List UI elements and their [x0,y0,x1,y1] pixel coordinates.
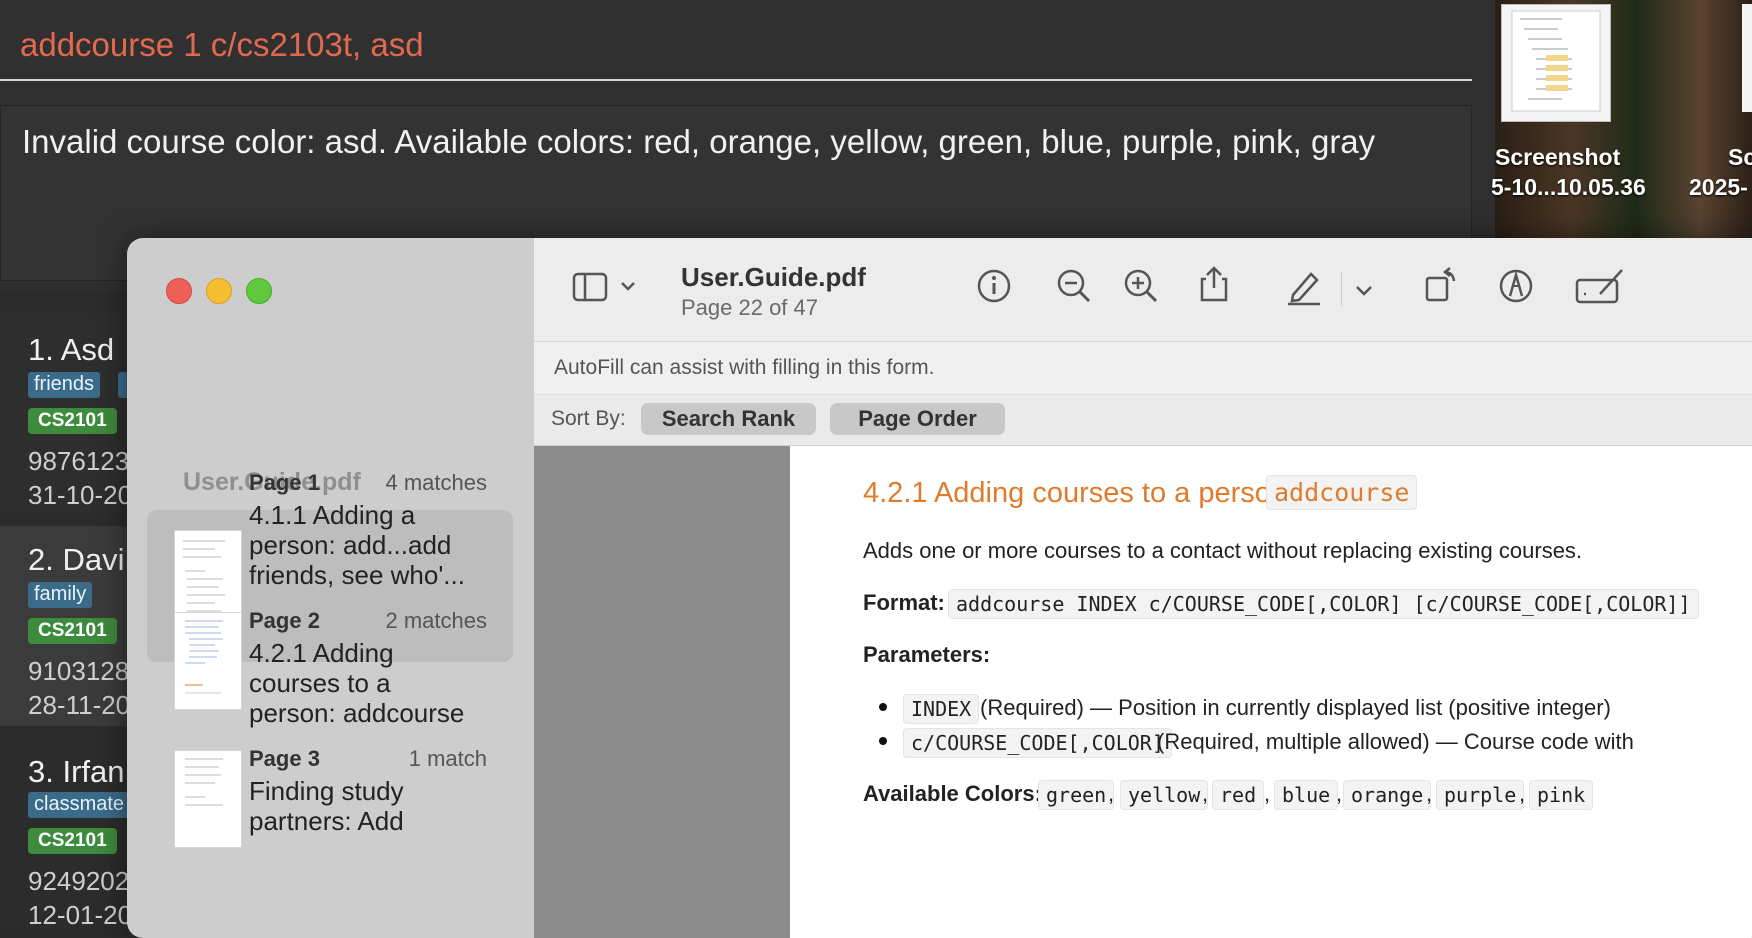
markup-pen-icon[interactable] [1284,266,1324,306]
tag-badge: family [28,582,93,608]
result-page-label: Page 1 [249,470,320,495]
desktop-icon-label: 2025- [1689,174,1748,200]
autofill-banner: AutoFill can assist with filling in this… [534,342,1752,395]
signature-icon[interactable] [1574,264,1624,308]
annotate-icon[interactable] [1496,266,1536,306]
color-code: green [1038,780,1115,810]
sort-page-order-button[interactable]: Page Order [830,403,1005,435]
heading-code: addcourse [1266,475,1418,510]
result-count: 4 matches [385,470,488,495]
document-gutter [534,446,790,938]
tag-badge: classmate [28,792,131,818]
result-snippet[interactable]: 4.2.1 Adding courses to a person: addcours… [249,638,479,728]
person-phone: 9103128 [28,656,130,686]
zoom-in-icon[interactable] [1121,266,1161,306]
section-description: Adds one or more courses to a contact wi… [863,538,1583,563]
color-code: yellow [1120,780,1209,810]
command-input[interactable]: addcourse 1 c/cs2103t, asd [20,26,424,64]
toolbar: User.Guide.pdf Page 22 of 47 [534,238,1752,342]
file-preview-icon [1511,10,1601,112]
param-description: (Required) — Position in currently displ… [980,695,1611,720]
preview-window: User.Guide.pdf Page 1 4 matches 4.1.1 Ad… [127,238,1752,938]
comma: , [1202,781,1209,806]
format-code: addcourse INDEX c/COURSE_CODE[,COLOR] [c… [948,589,1699,619]
rotate-icon[interactable] [1422,264,1462,304]
screenshot-file-icon-partial[interactable] [1742,4,1752,112]
toolbar-divider [1341,272,1342,306]
screenshot-file-icon[interactable] [1501,4,1611,122]
course-badge: CS2101 [28,408,117,434]
param-code: c/COURSE_CODE[,COLOR] [903,728,1172,758]
result-snippet: 4.1.1 Adding a person: add...add friends, … [249,500,465,590]
section-heading: 4.2.1 Adding courses to a person: [863,477,1296,509]
color-code: blue [1274,780,1339,810]
param-description: (Required, multiple allowed) — Course co… [1157,729,1634,754]
comma: , [1519,781,1526,806]
chevron-down-icon[interactable] [1352,278,1376,302]
zoom-out-icon[interactable] [1054,266,1094,306]
page-thumbnail-icon [185,758,223,806]
person-phone: 9876123 [28,446,130,476]
color-code: orange [1343,780,1432,810]
sort-label: Sort By: [551,407,626,430]
comma: , [1108,781,1115,806]
minimize-button[interactable] [206,278,232,304]
pdf-page[interactable]: 4.2.1 Adding courses to a person: addcou… [790,446,1752,938]
desktop-icon-label: 5-10...10.05.36 [1491,174,1646,200]
comma: , [1336,781,1343,806]
parameters-label: Parameters: [863,642,991,667]
info-icon[interactable] [974,266,1014,306]
tag-badge: friends [28,372,101,398]
desktop-background: Screenshot 5-10...10.05.36 Sc 2025- [1491,0,1752,240]
result-page-label: Page 3 [249,746,320,771]
autofill-message: AutoFill can assist with filling in this… [554,356,935,379]
person-name: 2. Davi [28,542,125,577]
color-code: red [1212,780,1265,810]
sort-search-rank-button[interactable]: Search Rank [641,403,816,435]
result-snippet[interactable]: Finding study partners: Add [249,776,479,836]
comma: , [1426,781,1433,806]
search-sidebar: User.Guide.pdf Page 1 4 matches 4.1.1 Ad… [127,238,534,938]
page-thumbnail[interactable] [174,750,242,848]
share-icon[interactable] [1194,264,1234,304]
close-button[interactable] [166,278,192,304]
bullet [879,737,887,745]
person-date: 12-01-20 [28,900,133,930]
zoom-button[interactable] [246,278,272,304]
result-message: Invalid course color: asd. Available col… [22,123,1376,160]
desktop-icon-label: Screenshot [1495,144,1621,170]
result-page-label: Page 2 [249,608,320,633]
command-underline [0,79,1472,81]
desktop-icon-label: Sc [1728,144,1752,170]
format-label: Format: [863,590,945,615]
page-thumbnail-icon [185,620,223,694]
available-colors-label: Available Colors: [863,781,1042,806]
sort-bar: Sort By: Search Rank Page Order [534,395,1752,446]
course-badge: CS2101 [28,618,117,644]
person-date: 28-11-20 [28,690,131,720]
color-code: pink [1529,780,1594,810]
person-name: 1. Asd [28,332,115,367]
param-code: INDEX [903,694,980,724]
comma: , [1264,781,1271,806]
page-thumbnail[interactable] [174,612,242,710]
color-code: purple [1436,780,1525,810]
result-count: 1 match [408,746,487,771]
result-count: 2 matches [385,608,488,633]
course-badge: CS2101 [28,828,117,854]
person-date: 31-10-20 [28,480,133,510]
page-indicator: Page 22 of 47 [681,295,819,320]
bullet [879,703,887,711]
sidebar-toggle-icon[interactable] [572,268,642,308]
document-title: User.Guide.pdf [681,262,866,292]
person-name: 3. Irfan [28,754,125,789]
person-phone: 9249202 [28,866,130,896]
